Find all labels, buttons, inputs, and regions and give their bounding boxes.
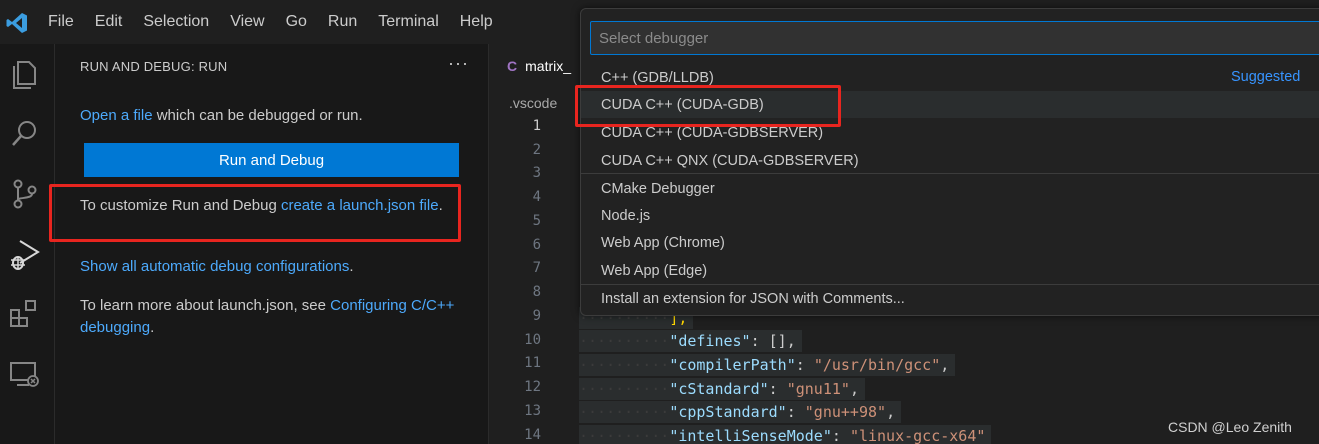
highlight-box-customize xyxy=(49,184,461,242)
code-line[interactable]: ··········"compilerPath": "/usr/bin/gcc"… xyxy=(579,354,956,376)
learn-more-text: To learn more about launch.json, see xyxy=(80,297,331,314)
line-number: 6 xyxy=(532,237,541,253)
learn-more-paragraph: To learn more about launch.json, see Con… xyxy=(80,295,470,339)
line-number: 10 xyxy=(524,332,541,348)
c-file-icon: C xyxy=(507,58,518,74)
code-punct: , xyxy=(849,380,859,398)
code-line[interactable]: ··········"intelliSenseMode": "linux-gcc… xyxy=(579,425,992,444)
code-key: "compilerPath" xyxy=(669,356,796,374)
code-string: "gnu11" xyxy=(786,380,850,398)
line-number: 11 xyxy=(524,355,541,371)
code-punct: : xyxy=(786,403,805,421)
debugger-option-web-app-chrome[interactable]: Web App (Chrome) xyxy=(581,229,1319,256)
open-file-text: which can be debugged or run. xyxy=(152,107,363,124)
line-number: 8 xyxy=(532,284,541,300)
remote-explorer-icon[interactable] xyxy=(7,356,43,392)
open-file-link[interactable]: Open a file xyxy=(80,107,153,124)
code-punct: , xyxy=(886,403,896,421)
code-punct: , xyxy=(940,356,950,374)
line-number: 2 xyxy=(532,142,541,158)
source-control-icon[interactable] xyxy=(7,176,43,212)
highlight-box-cuda-gdb xyxy=(575,85,841,127)
more-actions-icon[interactable]: ··· xyxy=(448,53,469,74)
vscode-logo-icon xyxy=(6,13,27,33)
learn-more-end: . xyxy=(150,319,155,336)
breadcrumb[interactable]: .vscode xyxy=(509,95,557,111)
extensions-icon[interactable] xyxy=(7,296,43,332)
code-key: "defines" xyxy=(669,332,751,350)
menu-file[interactable]: File xyxy=(48,13,74,31)
code-key: "cppStandard" xyxy=(669,403,787,421)
line-number: 12 xyxy=(524,379,541,395)
line-number: 7 xyxy=(532,260,541,276)
code-line[interactable]: ··········"cppStandard": "gnu++98", xyxy=(579,401,902,423)
show-all-end: . xyxy=(349,258,354,275)
line-number: 14 xyxy=(524,427,541,443)
code-key: "cStandard" xyxy=(669,380,769,398)
code-indent: ·········· xyxy=(579,380,670,398)
code-punct: : [], xyxy=(750,332,796,350)
code-punct: : xyxy=(768,380,787,398)
code-key: "intelliSenseMode" xyxy=(669,427,832,444)
show-all-paragraph: Show all automatic debug configurations. xyxy=(80,256,470,278)
run-and-debug-button[interactable]: Run and Debug xyxy=(84,143,459,177)
debugger-option-nodejs[interactable]: Node.js xyxy=(581,202,1319,229)
code-indent: ·········· xyxy=(579,427,670,444)
search-icon[interactable] xyxy=(7,116,43,152)
line-number: 13 xyxy=(524,403,541,419)
select-debugger-input[interactable] xyxy=(590,21,1319,55)
code-string: "/usr/bin/gcc" xyxy=(813,356,941,374)
debugger-option-web-app-edge[interactable]: Web App (Edge) xyxy=(581,257,1319,284)
run-and-debug-icon[interactable] xyxy=(7,236,43,272)
menu-edit[interactable]: Edit xyxy=(95,13,123,31)
tab-label: matrix_ xyxy=(525,58,572,74)
menu-help[interactable]: Help xyxy=(460,13,493,31)
menu-bar: File Edit Selection View Go Run Terminal… xyxy=(48,0,514,44)
menu-terminal[interactable]: Terminal xyxy=(378,13,438,31)
show-all-configurations-link[interactable]: Show all automatic debug configurations xyxy=(80,258,349,275)
install-extension-option[interactable]: Install an extension for JSON with Comme… xyxy=(581,285,1319,312)
debugger-option-cuda-qnx-gdbserver[interactable]: CUDA C++ QNX (CUDA-GDBSERVER) xyxy=(581,147,1319,174)
debugger-option-cmake[interactable]: CMake Debugger xyxy=(581,175,1319,202)
run-and-debug-sidebar: RUN AND DEBUG: RUN ··· Open a file which… xyxy=(49,44,489,444)
line-number: 5 xyxy=(532,213,541,229)
code-punct: : xyxy=(795,356,814,374)
code-line[interactable]: ··········"defines": [], xyxy=(579,330,802,352)
open-file-paragraph: Open a file which can be debugged or run… xyxy=(80,105,470,127)
line-number: 1 xyxy=(532,118,541,134)
menu-go[interactable]: Go xyxy=(286,13,307,31)
line-number: 3 xyxy=(532,165,541,181)
quickpick-separator xyxy=(581,173,1319,174)
code-string: "gnu++98" xyxy=(804,403,887,421)
line-number: 9 xyxy=(532,308,541,324)
code-indent: ·········· xyxy=(579,356,670,374)
code-punct: : xyxy=(831,427,850,444)
menu-run[interactable]: Run xyxy=(328,13,357,31)
code-indent: ·········· xyxy=(579,403,670,421)
select-debugger-quickpick: C++ (GDB/LLDB) Suggested CUDA C++ (CUDA-… xyxy=(580,8,1319,316)
watermark: CSDN @Leo Zenith xyxy=(1168,419,1292,435)
explorer-files-icon[interactable] xyxy=(7,56,43,92)
suggested-label: Suggested xyxy=(1231,69,1301,85)
code-indent: ·········· xyxy=(579,332,670,350)
sidebar-title: RUN AND DEBUG: RUN xyxy=(80,59,228,74)
menu-view[interactable]: View xyxy=(230,13,264,31)
activity-bar xyxy=(0,44,55,444)
menu-selection[interactable]: Selection xyxy=(143,13,209,31)
code-string: "linux-gcc-x64" xyxy=(849,427,986,444)
code-line[interactable]: ··········"cStandard": "gnu11", xyxy=(579,378,865,400)
line-number: 4 xyxy=(532,189,541,205)
